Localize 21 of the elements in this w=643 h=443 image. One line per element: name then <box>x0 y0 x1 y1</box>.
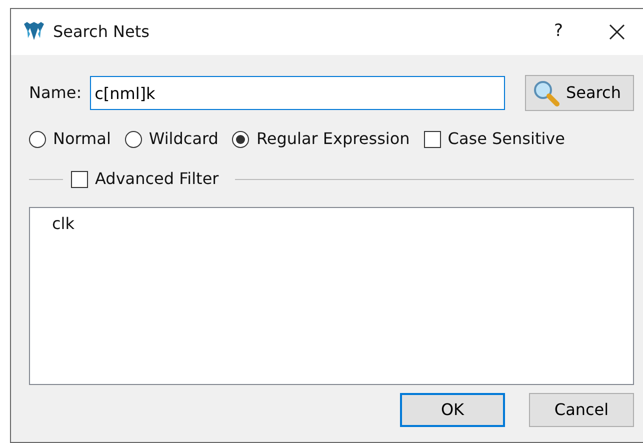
magnifier-icon <box>532 79 560 107</box>
logo-icon <box>23 22 45 42</box>
radio-button[interactable] <box>232 130 250 148</box>
close-icon[interactable] <box>609 24 625 40</box>
option-label: Wildcard <box>148 128 218 150</box>
name-label: Name: <box>29 82 82 104</box>
filter-label: Advanced Filter <box>95 168 219 190</box>
dialog-button[interactable]: Cancel <box>529 393 634 427</box>
window-title: Search Nets <box>53 21 150 43</box>
radio-button[interactable] <box>124 130 142 148</box>
option-label: Regular Expression <box>256 128 410 150</box>
dialog-button[interactable]: OK <box>400 393 505 427</box>
option-label: Normal <box>53 128 111 150</box>
help-button[interactable]: ? <box>554 19 563 45</box>
option-label: Case Sensitive <box>448 128 565 150</box>
checkbox[interactable] <box>71 170 88 188</box>
search-button[interactable]: Search <box>525 75 634 111</box>
radio-button[interactable] <box>29 130 46 148</box>
checkbox[interactable] <box>424 130 441 148</box>
result-item[interactable]: clk <box>52 212 75 236</box>
name-input[interactable]: c[nml]k <box>90 76 505 110</box>
